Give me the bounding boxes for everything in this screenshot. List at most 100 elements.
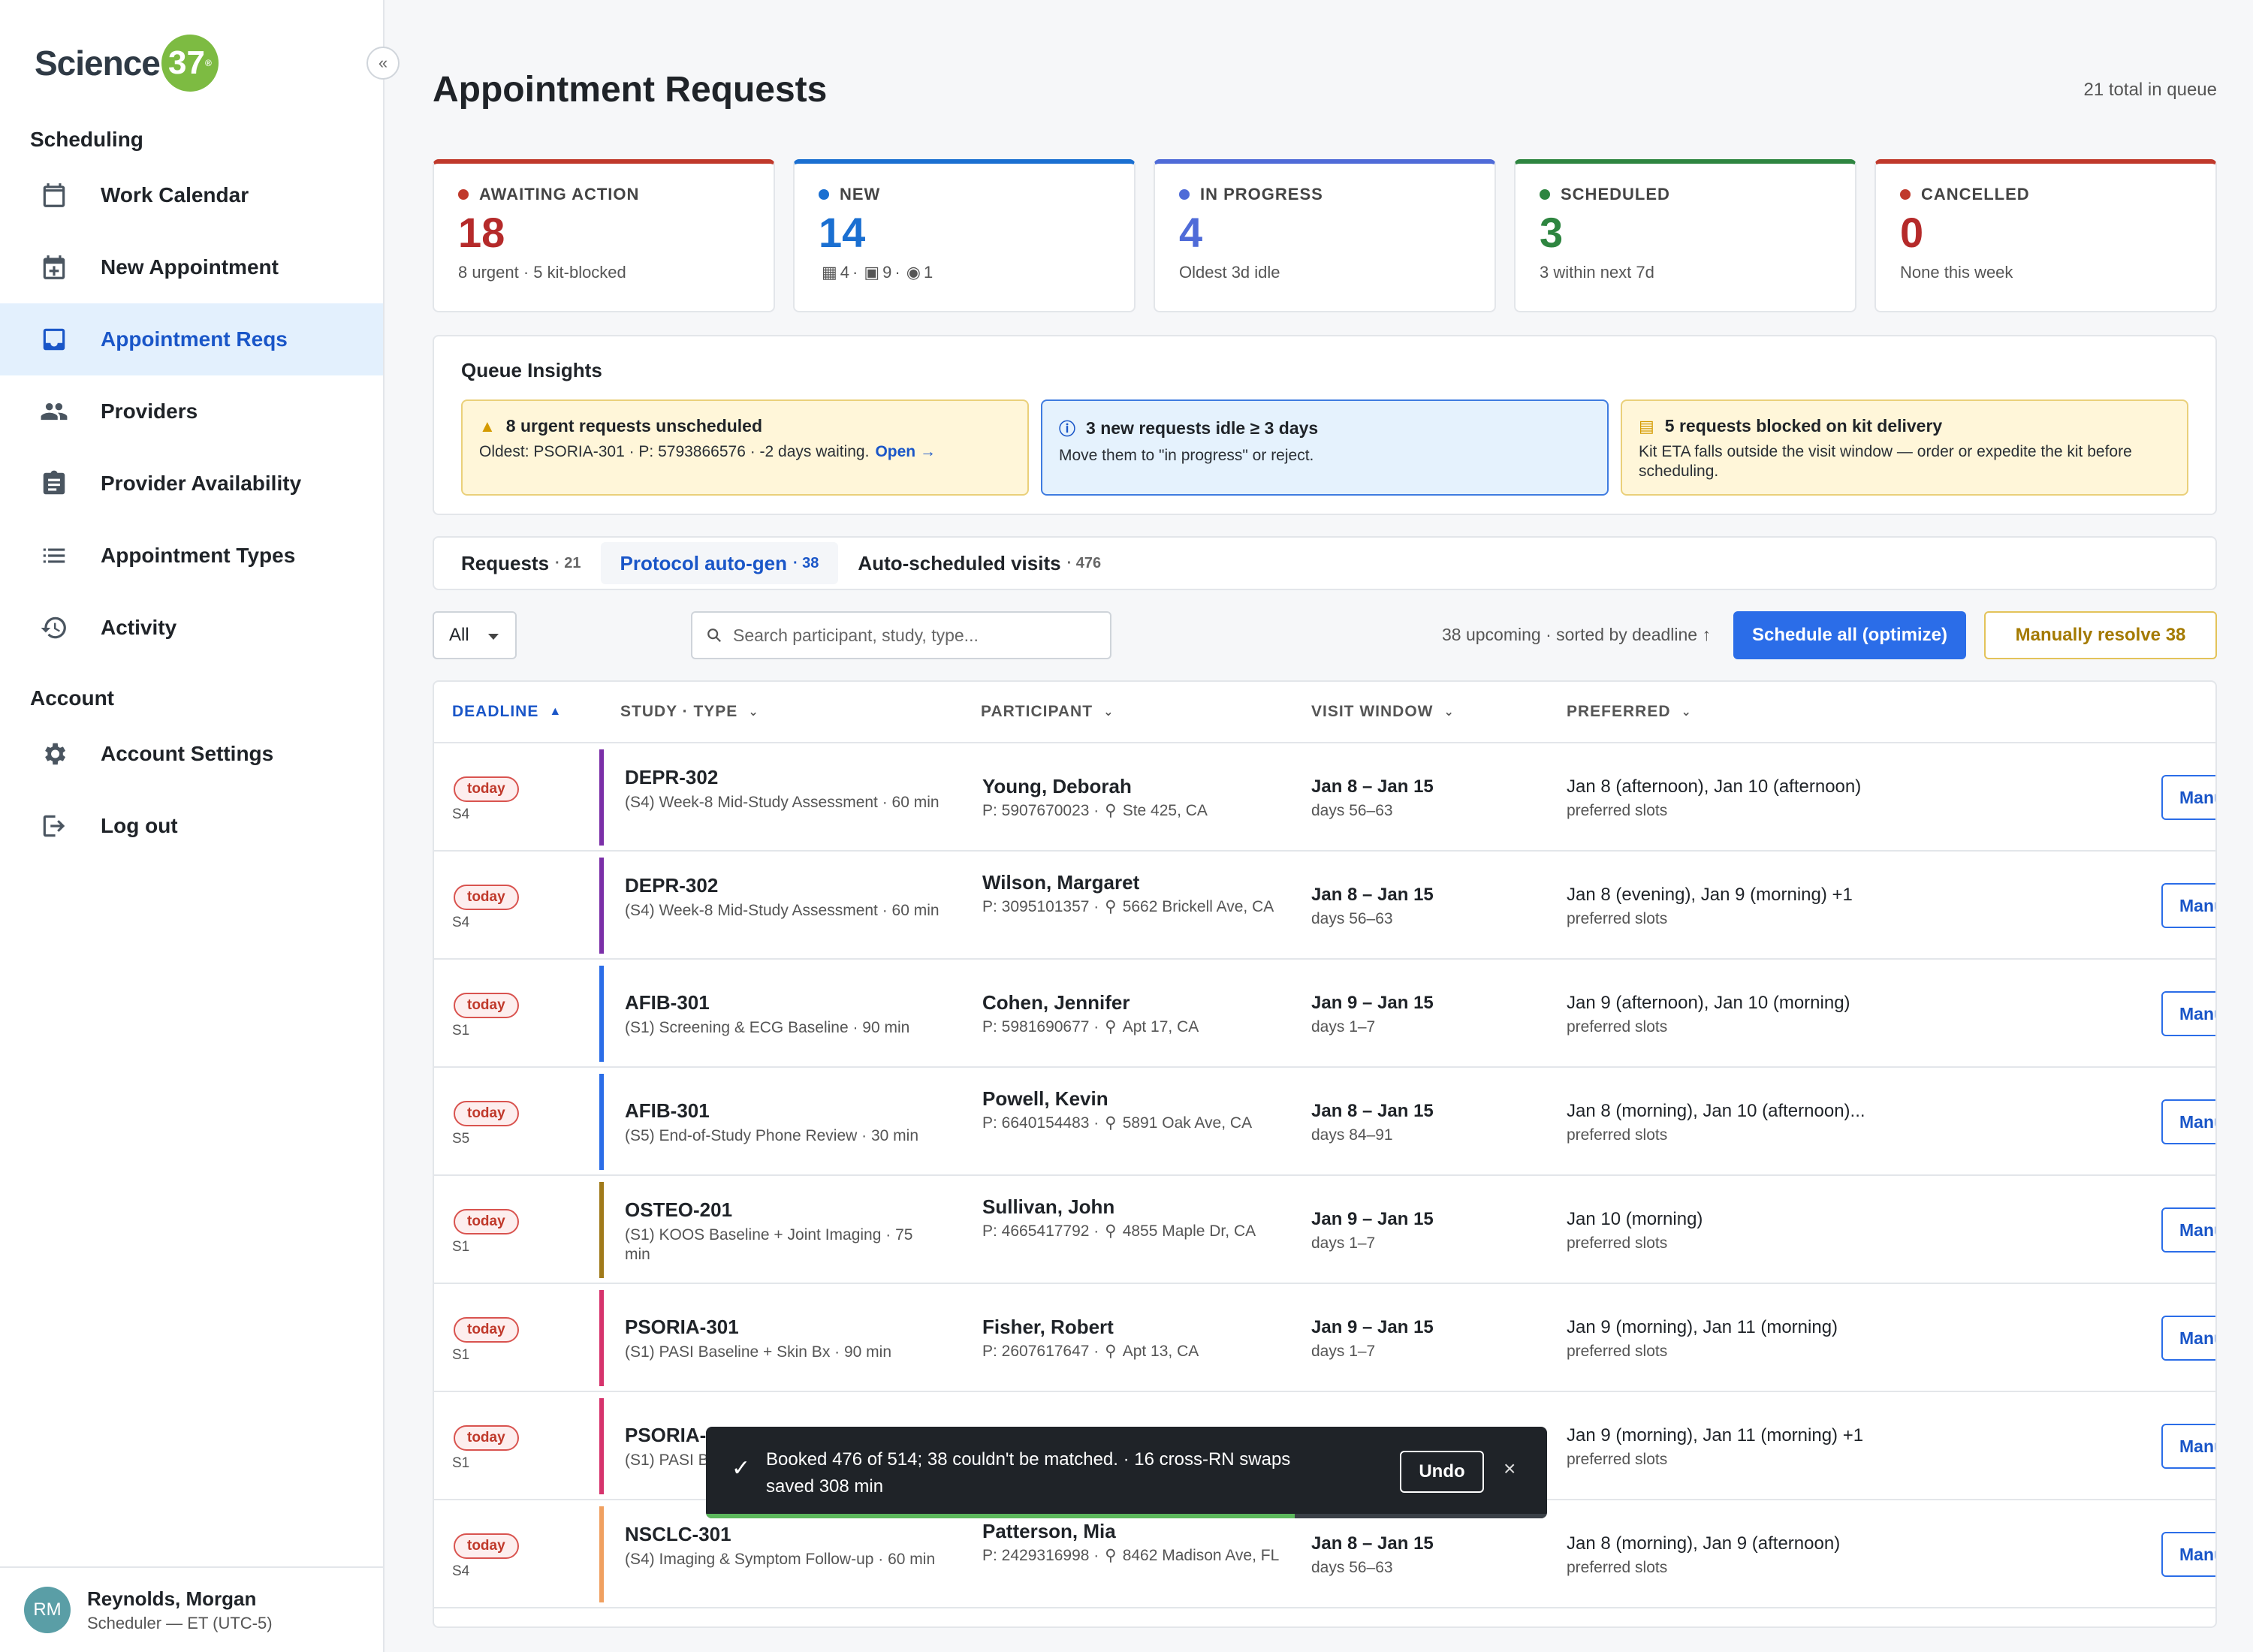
toast-message: Booked 476 of 514; 38 couldn't be matche… <box>766 1449 1291 1497</box>
sidebar-item-appointment-reqs[interactable]: Appointment Reqs <box>0 303 383 375</box>
table-row[interactable]: today S1 OSTEO-201 (S1) KOOS Baseline + Joi… <box>434 1176 2215 1284</box>
insight-idle: ⓘ 3 new requests idle ≥ 3 days Move them … <box>1041 399 1609 496</box>
participant-name[interactable]: Patterson, Mia <box>982 1520 1116 1543</box>
stat-card-cancelled[interactable]: CANCELLED 0 None this week <box>1874 159 2217 312</box>
tab-label: Requests <box>461 551 550 574</box>
preferred-slots-label: preferred slots <box>1567 1234 1668 1252</box>
tab-requests[interactable]: Requests · 21 <box>442 542 601 584</box>
manual-schedule-button[interactable]: Manu <box>2161 883 2215 928</box>
stat-card-in-progress[interactable]: IN PROGRESS 4 Oldest 3d idle <box>1154 159 1496 312</box>
table-row[interactable]: today S4 DEPR-302 (S4) Week-8 Mid-Study Ass… <box>434 743 2215 852</box>
manual-schedule-button[interactable]: Manu <box>2161 1424 2215 1469</box>
stat-value: 3 <box>1540 209 1564 256</box>
sidebar-item-provider-availability[interactable]: Provider Availability <box>0 448 383 520</box>
sidebar: Science 37 ® « Scheduling Work Calendar N… <box>0 0 400 1652</box>
booking-toast: ✓ Booked 476 of 514; 38 couldn't be matc… <box>706 1427 1547 1518</box>
person-circle-icon: ◉ <box>906 263 921 282</box>
deadline-badge: today <box>454 1533 519 1559</box>
participant-meta: P: 6640154483 · ⚲ 5891 Oak Ave, CA <box>982 1114 1283 1132</box>
manual-schedule-button[interactable]: Manu <box>2161 1207 2215 1253</box>
sidebar-item-appointment-types[interactable]: Appointment Types <box>0 520 383 592</box>
preferred-slots-label: preferred slots <box>1567 910 1668 927</box>
tab-auto-scheduled-visits[interactable]: Auto-scheduled visits · 476 <box>838 542 1120 584</box>
study-type: (S1) PASI Baseline + Skin Bx · 90 min <box>625 1343 892 1361</box>
gear-icon <box>38 737 71 770</box>
participant-name[interactable]: Sullivan, John <box>982 1195 1114 1219</box>
manual-schedule-button[interactable]: Manu <box>2161 1316 2215 1361</box>
column-header-visit-window[interactable]: VISIT WINDOW ⌄ <box>1311 703 1455 721</box>
status-dot-icon <box>1900 189 1911 200</box>
participant-address: 5891 Oak Ave, CA <box>1122 1114 1253 1132</box>
briefcase-icon: ▣ <box>864 263 880 282</box>
participant-name[interactable]: Wilson, Margaret <box>982 871 1139 894</box>
column-header-preferred[interactable]: PREFERRED ⌄ <box>1567 703 1692 721</box>
study-name: OSTEO-201 <box>625 1198 733 1221</box>
session-label: S4 <box>452 806 470 822</box>
table-row[interactable]: today S1 PSORIA-301 (S1) PASI Baseline + Sk… <box>434 1284 2215 1392</box>
undo-button[interactable]: Undo <box>1400 1451 1484 1493</box>
column-label: STUDY · TYPE <box>620 703 738 720</box>
tab-protocol-auto-gen[interactable]: Protocol auto-gen · 38 <box>600 542 839 584</box>
schedule-all-button[interactable]: Schedule all (optimize) <box>1733 611 1966 659</box>
open-link[interactable]: Open → <box>875 443 936 460</box>
study-color-bar <box>599 1182 604 1278</box>
participant-phone: P: 5907670023 · <box>982 802 1099 819</box>
sidebar-item-providers[interactable]: Providers <box>0 375 383 448</box>
chevron-down-icon: ⌄ <box>1681 706 1692 719</box>
manually-resolve-button[interactable]: Manually resolve 38 <box>1984 611 2217 659</box>
study-name: AFIB-301 <box>625 1099 710 1122</box>
manual-schedule-button[interactable]: Manu <box>2161 991 2215 1036</box>
participant-name[interactable]: Cohen, Jennifer <box>982 991 1130 1014</box>
manual-schedule-button[interactable]: Manu <box>2161 1532 2215 1577</box>
search-input[interactable] <box>733 625 1093 646</box>
participant-name[interactable]: Fisher, Robert <box>982 1316 1114 1339</box>
close-icon[interactable]: × <box>1504 1457 1516 1481</box>
stat-card-new[interactable]: NEW 14 ▦ 4 · ▣ 9 · ◉ 1 <box>793 159 1136 312</box>
study-name: AFIB-301 <box>625 991 710 1014</box>
stat-card-scheduled[interactable]: SCHEDULED 3 3 within next 7d <box>1514 159 1856 312</box>
participant-address: Apt 13, CA <box>1122 1343 1199 1360</box>
participant-address: 4855 Maple Dr, CA <box>1122 1222 1256 1240</box>
visit-window-days: days 56–63 <box>1311 1559 1393 1576</box>
nav-section-scheduling: Scheduling <box>30 128 143 151</box>
preferred-slots: Jan 9 (morning), Jan 11 (morning) <box>1567 1317 1838 1337</box>
sidebar-item-activity[interactable]: Activity <box>0 592 383 664</box>
sidebar-item-account-settings[interactable]: Account Settings <box>0 718 383 790</box>
column-header-deadline[interactable]: DEADLINE ▲ <box>452 703 562 721</box>
sort-asc-icon: ▲ <box>549 705 562 718</box>
sort-info: 38 upcoming · sorted by deadline ↑ <box>1442 625 1711 644</box>
session-label: S1 <box>452 1023 470 1039</box>
stat-label: CANCELLED <box>1921 185 2030 203</box>
table-row[interactable]: today S5 AFIB-301 (S5) End-of-Study Phone R… <box>434 1068 2215 1176</box>
stat-card-awaiting-action[interactable]: AWAITING ACTION 18 8 urgent · 5 kit-bloc… <box>433 159 775 312</box>
user-profile[interactable]: RM Reynolds, Morgan Scheduler — ET (UTC-… <box>0 1566 383 1652</box>
calendar-icon <box>38 179 71 212</box>
warning-icon: ▲ <box>479 416 496 436</box>
status-filter-select[interactable]: All <box>433 611 517 659</box>
study-color-bar <box>599 858 604 954</box>
preferred-slots-label: preferred slots <box>1567 802 1668 819</box>
preferred-slots: Jan 9 (morning), Jan 11 (morning) +1 <box>1567 1425 1864 1446</box>
queue-total: 21 total in queue <box>2083 80 2217 100</box>
sidebar-item-new-appointment[interactable]: New Appointment <box>0 231 383 303</box>
study-color-bar <box>599 749 604 846</box>
participant-address: 5662 Brickell Ave, CA <box>1122 898 1274 915</box>
preferred-slots: Jan 8 (afternoon), Jan 10 (afternoon) <box>1567 776 1862 797</box>
study-type: (S4) Week-8 Mid-Study Assessment · 60 mi… <box>625 902 940 919</box>
table-row[interactable]: today S4 DEPR-302 (S4) Week-8 Mid-Study Ass… <box>434 852 2215 960</box>
column-header-participant[interactable]: PARTICIPANT ⌄ <box>981 703 1114 721</box>
sidebar-item-log-out[interactable]: Log out <box>0 790 383 862</box>
sidebar-item-work-calendar[interactable]: Work Calendar <box>0 159 383 231</box>
column-header-study-type[interactable]: STUDY · TYPE ⌄ <box>620 703 759 721</box>
stat-label: NEW <box>840 185 881 203</box>
collapse-sidebar-button[interactable]: « <box>366 47 400 80</box>
table-row[interactable]: today S1 AFIB-301 (S1) Screening & ECG Base… <box>434 960 2215 1068</box>
manual-schedule-button[interactable]: Manu <box>2161 775 2215 820</box>
participant-name[interactable]: Young, Deborah <box>982 775 1132 798</box>
participant-phone: P: 2607617647 · <box>982 1343 1099 1360</box>
deadline-badge: today <box>454 776 519 802</box>
study-color-bar <box>599 1398 604 1494</box>
brand-logo[interactable]: Science 37 ® <box>35 35 219 92</box>
manual-schedule-button[interactable]: Manu <box>2161 1099 2215 1144</box>
participant-name[interactable]: Powell, Kevin <box>982 1087 1108 1111</box>
